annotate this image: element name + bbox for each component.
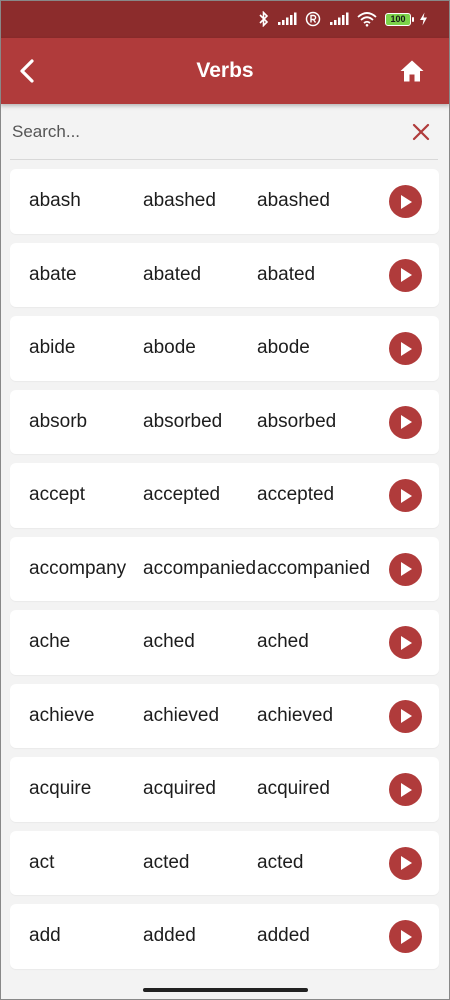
verb-row[interactable]: absorb absorbed absorbed [10, 389, 439, 454]
play-audio-button[interactable] [389, 258, 422, 292]
play-icon [400, 635, 412, 650]
verb-participle: acquired [257, 778, 330, 800]
verb-participle: accompanied [257, 557, 371, 579]
play-audio-button[interactable] [389, 699, 422, 733]
verb-participle: accepted [257, 484, 335, 506]
verb-past: acquired [143, 778, 216, 800]
verb-row[interactable]: achieve achieved achieved [10, 683, 439, 748]
verb-base: accept [29, 484, 85, 506]
verb-past: abashed [143, 190, 216, 212]
play-audio-button[interactable] [389, 773, 422, 806]
play-icon [400, 782, 412, 797]
verb-row[interactable]: act acted acted [10, 830, 439, 895]
play-audio-button[interactable] [389, 405, 422, 439]
play-icon [400, 488, 412, 503]
verb-row[interactable]: abide abode abode [10, 316, 439, 381]
home-button[interactable] [398, 57, 426, 85]
verb-participle: absorbed [257, 410, 337, 432]
clear-search-button[interactable] [410, 121, 432, 143]
verb-participle: abode [257, 337, 310, 359]
play-audio-button[interactable] [389, 185, 422, 218]
verb-base: ache [29, 631, 71, 653]
verb-row[interactable]: abate abated abated [10, 242, 439, 307]
verb-base: abate [29, 263, 77, 285]
verb-participle: added [257, 925, 310, 947]
play-icon [400, 194, 412, 209]
play-icon [400, 415, 412, 429]
verb-base: accompany [29, 557, 127, 579]
battery-level: 100 [385, 12, 414, 26]
verb-past: achieved [143, 704, 220, 726]
charging-icon [419, 12, 428, 26]
signal-icon [277, 12, 297, 26]
verb-base: abide [29, 337, 76, 359]
search-bar [10, 104, 438, 160]
verb-participle: achieved [257, 704, 334, 726]
close-icon [412, 123, 430, 141]
play-audio-button[interactable] [389, 552, 422, 586]
registered-icon [305, 11, 321, 27]
verb-past: acted [143, 851, 190, 873]
verb-participle: abated [257, 263, 316, 285]
play-audio-button[interactable] [389, 626, 422, 659]
play-audio-button[interactable] [389, 920, 422, 953]
chevron-left-icon [20, 59, 34, 83]
verb-past: absorbed [143, 410, 223, 432]
verb-row[interactable]: ache ached ached [10, 610, 439, 675]
verb-row[interactable]: add added added [10, 904, 439, 969]
verb-base: add [29, 925, 61, 947]
battery-icon: 100 [385, 12, 414, 26]
play-audio-button[interactable] [389, 332, 422, 365]
verb-base: abash [29, 190, 81, 212]
play-icon [400, 341, 412, 356]
verb-past: abode [143, 337, 196, 359]
home-icon [400, 60, 424, 82]
bluetooth-icon [259, 11, 269, 27]
play-icon [400, 562, 412, 576]
gesture-bar[interactable] [143, 988, 308, 992]
page-title: Verbs [196, 59, 254, 82]
verb-participle: acted [257, 851, 304, 873]
play-icon [400, 709, 412, 723]
verb-base: achieve [29, 704, 95, 726]
verb-row[interactable]: abash abashed abashed [10, 169, 439, 234]
status-bar: 100 [0, 0, 450, 38]
play-icon [400, 856, 412, 870]
search-input[interactable] [10, 111, 390, 152]
play-audio-button[interactable] [389, 846, 422, 880]
back-button[interactable] [14, 58, 40, 84]
verb-row[interactable]: acquire acquired acquired [10, 757, 439, 822]
verb-past: abated [143, 263, 202, 285]
verb-list: abash abashed abashed abate abated abated abid… [10, 169, 439, 969]
verb-base: acquire [29, 778, 92, 800]
verb-base: act [29, 851, 55, 873]
wifi-icon [357, 11, 377, 27]
verb-row[interactable]: accept accepted accepted [10, 463, 439, 528]
play-icon [400, 929, 412, 944]
verb-past: ached [143, 631, 195, 653]
play-audio-button[interactable] [389, 479, 422, 512]
signal-icon [329, 12, 349, 26]
app-bar: Verbs [0, 38, 450, 104]
verb-participle: abashed [257, 190, 330, 212]
play-icon [400, 268, 412, 282]
verb-past: added [143, 925, 196, 947]
verb-participle: ached [257, 631, 309, 653]
verb-past: accompanied [143, 557, 257, 579]
verb-base: absorb [29, 410, 88, 432]
verb-past: accepted [143, 484, 221, 506]
verb-row[interactable]: accompany accompanied accompanied [10, 536, 439, 601]
